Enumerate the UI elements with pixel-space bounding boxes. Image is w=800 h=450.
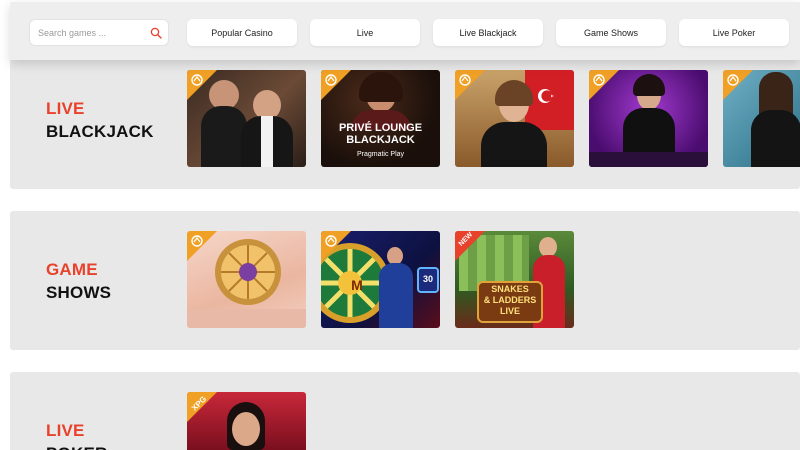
- tile-title: SNAKES & LADDERS LIVE: [483, 284, 537, 316]
- provider-logo-icon: [325, 235, 337, 247]
- nav-live-blackjack[interactable]: Live Blackjack: [433, 19, 543, 46]
- section-title-accent: LIVE: [46, 421, 85, 440]
- live-poker-section: LIVE POKER XPG: [10, 372, 800, 450]
- game-shows-section: GAME SHOWS M 30 SNAKES & LADDERS LIVE NE…: [10, 211, 800, 350]
- live-blackjack-section: LIVE BLACKJACK PRIVÉ LOUNGE BLACKJACK Pr…: [10, 40, 800, 189]
- dealer-image: [232, 412, 260, 446]
- game-tile-prive-lounge-blackjack[interactable]: PRIVÉ LOUNGE BLACKJACK Pragmatic Play: [321, 70, 440, 167]
- wheel-image: [215, 239, 281, 305]
- number-board-value: 30: [422, 274, 433, 284]
- game-tile-blackjack-5[interactable]: [723, 70, 800, 167]
- flag-crescent-icon: [538, 89, 554, 103]
- section-title-main: BLACKJACK: [46, 122, 154, 141]
- section-title-accent: LIVE: [46, 99, 85, 118]
- search-input[interactable]: [38, 20, 148, 45]
- section-title-main: SHOWS: [46, 283, 112, 302]
- category-bar: Popular Casino Live Live Blackjack Game …: [10, 2, 800, 60]
- search-box[interactable]: [29, 19, 169, 46]
- game-tile-xpg-poker[interactable]: XPG: [187, 392, 306, 450]
- provider-logo-icon: [191, 74, 203, 86]
- nav-live[interactable]: Live: [310, 19, 420, 46]
- tile-title: PRIVÉ LOUNGE BLACKJACK: [338, 122, 423, 146]
- game-tile-mega-wheel[interactable]: M 30: [321, 231, 440, 328]
- section-title-accent: GAME: [46, 260, 98, 279]
- nav-live-poker[interactable]: Live Poker: [679, 19, 789, 46]
- provider-logo-icon: [191, 235, 203, 247]
- section-title-main: POKER: [46, 442, 107, 450]
- provider-logo-icon: [459, 74, 471, 86]
- nav-game-shows[interactable]: Game Shows: [556, 19, 666, 46]
- provider-logo-icon: [325, 74, 337, 86]
- provider-logo-icon: [593, 74, 605, 86]
- section-title: LIVE POKER: [46, 419, 107, 450]
- game-tile-blackjack-purple[interactable]: [589, 70, 708, 167]
- game-tile-blackjack-turkish[interactable]: [455, 70, 574, 167]
- game-tile-snakes-ladders[interactable]: SNAKES & LADDERS LIVE NEW: [455, 231, 574, 328]
- host-image: [539, 237, 557, 257]
- section-title: LIVE BLACKJACK: [46, 97, 154, 143]
- nav-popular-casino[interactable]: Popular Casino: [187, 19, 297, 46]
- provider-logo-icon: [727, 74, 739, 86]
- game-tile-blackjack-1[interactable]: [187, 70, 306, 167]
- search-icon[interactable]: [150, 27, 162, 39]
- tile-provider: Pragmatic Play: [356, 151, 405, 158]
- section-title: GAME SHOWS: [46, 258, 111, 304]
- game-tile-candy-wheel[interactable]: [187, 231, 306, 328]
